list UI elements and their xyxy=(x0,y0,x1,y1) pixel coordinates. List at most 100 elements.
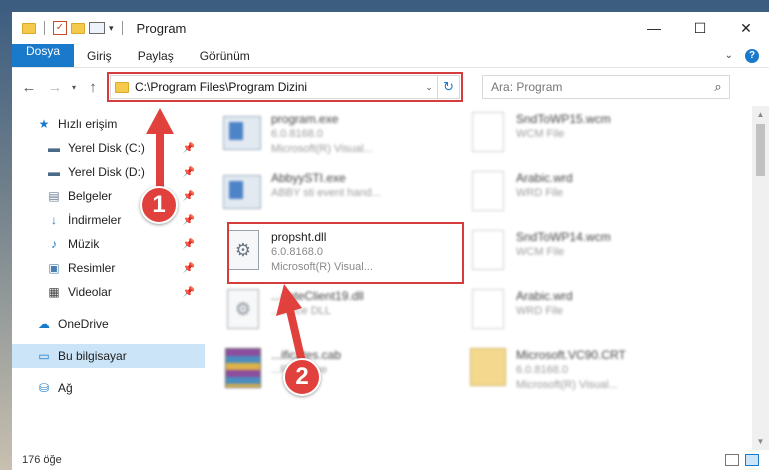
cloud-icon: ☁ xyxy=(38,317,50,331)
sidebar-item-music[interactable]: ♪ Müzik 📌 xyxy=(12,232,205,256)
window-controls: — ☐ ✕ xyxy=(631,12,769,44)
search-icon[interactable]: ⌕ xyxy=(707,79,729,95)
sidebar-item-quick-access[interactable]: ★ Hızlı erişim xyxy=(12,112,205,136)
customize-toolbar-chevron-icon[interactable]: ▾ xyxy=(109,23,114,34)
sidebar-item-label: Yerel Disk (C:) xyxy=(68,141,145,155)
sidebar-item-this-pc[interactable]: ▭ Bu bilgisayar xyxy=(12,344,205,368)
file-name: SndToWP14.wcm xyxy=(516,230,611,244)
help-icon[interactable]: ? xyxy=(745,48,759,63)
dll-gear-icon: ⚙ xyxy=(223,230,263,274)
details-view-icon[interactable] xyxy=(725,454,739,466)
file-item[interactable]: SndToWP14.wcm WCM File xyxy=(468,226,713,285)
sidebar-item-label: İndirmeler xyxy=(68,213,122,227)
file-name: ...dateClient19.dll xyxy=(271,289,364,303)
sidebar-item-pictures[interactable]: ▣ Resimler 📌 xyxy=(12,256,205,280)
navigation-bar: ← → ▾ ↑ C:\Program Files\Program Dizini … xyxy=(12,68,769,106)
expand-ribbon-chevron-icon[interactable]: ⌄ xyxy=(725,50,733,61)
file-name: Arabic.wrd xyxy=(516,289,573,303)
sidebar-item-disk-d[interactable]: ▬ Yerel Disk (D:) 📌 xyxy=(12,160,205,184)
back-arrow-icon[interactable]: ← xyxy=(20,79,38,96)
file-item[interactable]: AbbyySTI.exe ABBY sti event hand... xyxy=(223,167,468,226)
file-item[interactable]: ...ificates.cab ...R Archive xyxy=(223,344,468,403)
explorer-window: ✓ ▾ Program — ☐ ✕ Dosya Giriş Paylaş Gör… xyxy=(12,12,769,470)
sidebar-item-label: Yerel Disk (D:) xyxy=(68,165,145,179)
scrollbar-thumb[interactable] xyxy=(756,124,765,176)
forward-arrow-icon[interactable]: → xyxy=(46,79,64,96)
file-meta: SndToWP14.wcm WCM File xyxy=(516,230,611,260)
file-item[interactable]: SndToWP15.wcm WCM File xyxy=(468,108,713,167)
file-detail: WRD File xyxy=(516,187,564,199)
divider xyxy=(121,21,123,35)
document-icon xyxy=(468,112,508,156)
music-icon: ♪ xyxy=(51,237,57,251)
document-icon xyxy=(468,171,508,215)
pin-icon[interactable]: 📌 xyxy=(183,239,195,250)
quick-access-toolbar: ✓ ▾ xyxy=(12,21,127,35)
pin-icon[interactable]: 📌 xyxy=(183,167,195,178)
pin-icon[interactable]: 📌 xyxy=(183,143,195,154)
sidebar-item-disk-c[interactable]: ▬ Yerel Disk (C:) 📌 xyxy=(12,136,205,160)
properties-check-icon[interactable]: ✓ xyxy=(53,21,67,35)
file-item[interactable]: Arabic.wrd WRD File xyxy=(468,285,713,344)
callout-badge-2: 2 xyxy=(283,358,321,396)
sidebar-item-label: OneDrive xyxy=(58,317,109,331)
sidebar-item-onedrive[interactable]: ☁ OneDrive xyxy=(12,312,205,336)
minimize-button[interactable]: — xyxy=(631,12,677,44)
tab-file[interactable]: Dosya xyxy=(12,44,75,67)
file-detail: Microsoft(R) Visual... xyxy=(516,379,618,391)
tab-home[interactable]: Giriş xyxy=(74,44,125,67)
sidebar-item-network[interactable]: ⛁ Ağ xyxy=(12,376,205,400)
address-path[interactable]: C:\Program Files\Program Dizini xyxy=(135,80,307,94)
sidebar-item-label: Resimler xyxy=(68,261,116,275)
ribbon-tabs: Dosya Giriş Paylaş Görünüm ⌄ ? xyxy=(12,44,769,68)
recent-locations-chevron-icon[interactable]: ▾ xyxy=(72,83,76,92)
view-switcher xyxy=(725,454,769,466)
file-detail: WCM File xyxy=(516,128,565,140)
download-icon: ↓ xyxy=(51,213,57,227)
file-item[interactable]: ⚙ ...dateClient19.dll ...ource DLL xyxy=(223,285,468,344)
address-bar[interactable]: C:\Program Files\Program Dizini ⌄ ↻ xyxy=(107,72,464,102)
pin-icon[interactable]: 📌 xyxy=(183,191,195,202)
address-history-chevron-icon[interactable]: ⌄ xyxy=(421,82,437,93)
file-detail: 6.0.8168.0 xyxy=(271,128,323,140)
pictures-icon: ▣ xyxy=(48,261,60,275)
scroll-up-arrow-icon[interactable]: ▲ xyxy=(752,106,769,123)
file-item-propsht-dll[interactable]: ⚙ propsht.dll 6.0.8168.0 Microsoft(R) Vi… xyxy=(223,226,468,285)
file-list: program.exe 6.0.8168.0 Microsoft(R) Visu… xyxy=(205,106,769,450)
file-item[interactable]: Microsoft.VC90.CRT 6.0.8168.0 Microsoft(… xyxy=(468,344,713,403)
file-item[interactable]: Arabic.wrd WRD File xyxy=(468,167,713,226)
file-detail: WCM File xyxy=(516,246,565,258)
file-detail: 6.0.8168.0 xyxy=(271,246,323,258)
documents-icon: ▤ xyxy=(48,189,60,203)
file-name: propsht.dll xyxy=(271,230,327,244)
refresh-icon[interactable]: ↻ xyxy=(437,76,459,98)
file-meta: ...dateClient19.dll ...ource DLL xyxy=(271,289,364,319)
file-meta: Arabic.wrd WRD File xyxy=(516,289,573,319)
scroll-down-arrow-icon[interactable]: ▼ xyxy=(752,433,769,450)
folder-icon xyxy=(22,22,36,34)
videos-icon: ▦ xyxy=(48,285,60,299)
search-box[interactable]: Ara: Program ⌕ xyxy=(482,75,731,99)
search-placeholder[interactable]: Ara: Program xyxy=(491,80,562,94)
pin-icon[interactable]: 📌 xyxy=(183,287,195,298)
file-meta: AbbyySTI.exe ABBY sti event hand... xyxy=(271,171,381,201)
pin-icon[interactable]: 📌 xyxy=(183,263,195,274)
vertical-scrollbar[interactable]: ▲ ▼ xyxy=(752,106,769,450)
maximize-button[interactable]: ☐ xyxy=(677,12,723,44)
file-name: SndToWP15.wcm xyxy=(516,112,611,126)
close-button[interactable]: ✕ xyxy=(723,12,769,44)
file-item[interactable]: program.exe 6.0.8168.0 Microsoft(R) Visu… xyxy=(223,108,468,167)
tab-share[interactable]: Paylaş xyxy=(125,44,187,67)
pin-icon[interactable]: 📌 xyxy=(183,215,195,226)
drive-icon: ▬ xyxy=(48,165,60,179)
tiles-view-icon[interactable] xyxy=(745,454,759,466)
title-bar: ✓ ▾ Program — ☐ ✕ xyxy=(12,12,769,44)
up-arrow-icon[interactable]: ↑ xyxy=(84,79,102,96)
tab-view[interactable]: Görünüm xyxy=(187,44,263,67)
document-icon xyxy=(468,289,508,333)
sidebar-item-videos[interactable]: ▦ Videolar 📌 xyxy=(12,280,205,304)
new-folder-icon[interactable] xyxy=(71,22,85,34)
view-options-icon[interactable] xyxy=(89,22,105,34)
